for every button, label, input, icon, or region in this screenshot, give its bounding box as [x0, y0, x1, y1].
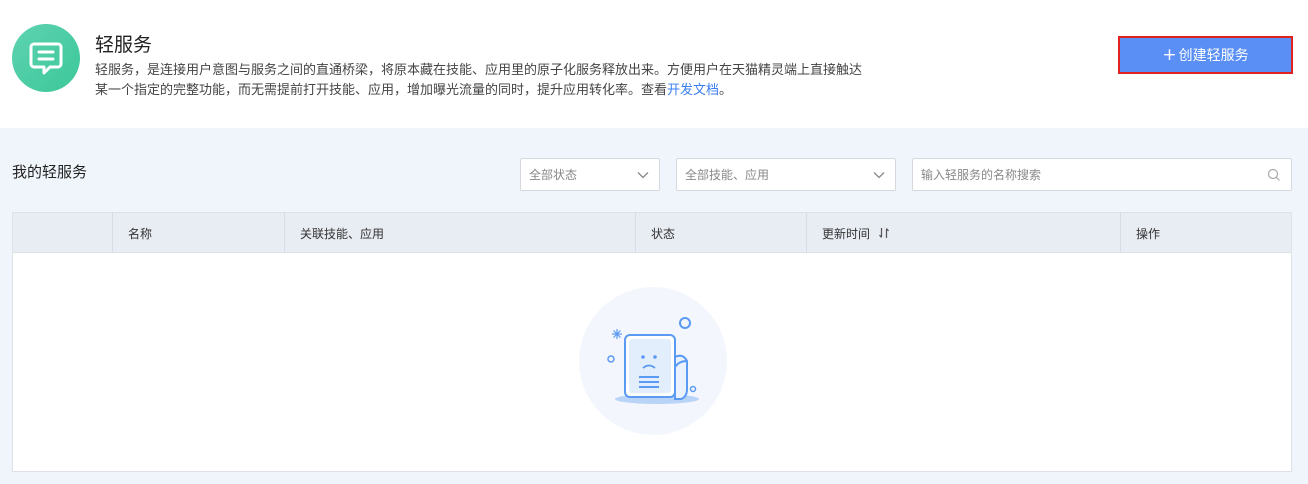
create-button-label: 创建轻服务: [1178, 48, 1249, 64]
plus-icon: +: [1162, 44, 1177, 65]
page-header: 轻服务 轻服务，是连接用户意图与服务之间的直通桥梁，将原本藏在技能、应用里的原子…: [0, 0, 1308, 128]
chevron-down-icon: [637, 172, 649, 179]
column-header-name: 名称: [112, 213, 284, 253]
section-title: 我的轻服务: [12, 163, 88, 181]
page-description: 轻服务，是连接用户意图与服务之间的直通桥梁，将原本藏在技能、应用里的原子化服务释…: [95, 61, 955, 101]
sort-icon[interactable]: [878, 227, 890, 239]
status-filter-value: 全部状态: [529, 168, 578, 182]
description-line-2: 某一个指定的完整功能，而无需提前打开技能、应用，增加曝光流量的同时，提升应用转化…: [95, 81, 955, 101]
chevron-down-icon: [873, 172, 885, 179]
description-line-2-end: 。: [719, 83, 733, 98]
column-header-linked-skill: 关联技能、应用: [284, 213, 635, 253]
document-icon: [29, 42, 63, 75]
search-icon[interactable]: [1267, 168, 1281, 182]
light-service-logo: [12, 24, 80, 92]
create-light-service-button[interactable]: + 创建轻服务: [1118, 36, 1293, 74]
search-box: [912, 158, 1292, 191]
column-header-select: [13, 213, 112, 253]
description-line-1: 轻服务，是连接用户意图与服务之间的直通桥梁，将原本藏在技能、应用里的原子化服务释…: [95, 63, 863, 78]
column-header-status: 状态: [635, 213, 806, 253]
light-service-table: 名称 关联技能、应用 状态 更新时间 操作: [12, 212, 1292, 472]
description-line-2-text: 某一个指定的完整功能，而无需提前打开技能、应用，增加曝光流量的同时，提升应用转化…: [95, 83, 668, 98]
dev-docs-link[interactable]: 开发文档: [667, 83, 719, 98]
search-input[interactable]: [913, 159, 1253, 190]
page-title: 轻服务: [95, 34, 153, 56]
column-header-updated-time[interactable]: 更新时间: [806, 213, 1120, 253]
skill-filter-value: 全部技能、应用: [685, 168, 770, 182]
updated-time-label: 更新时间: [822, 226, 871, 241]
table-header: 名称 关联技能、应用 状态 更新时间 操作: [13, 213, 1291, 253]
empty-state-icon: [579, 287, 727, 435]
column-header-actions: 操作: [1120, 213, 1291, 253]
status-filter-select[interactable]: 全部状态: [520, 158, 660, 191]
skill-filter-select[interactable]: 全部技能、应用: [676, 158, 896, 191]
